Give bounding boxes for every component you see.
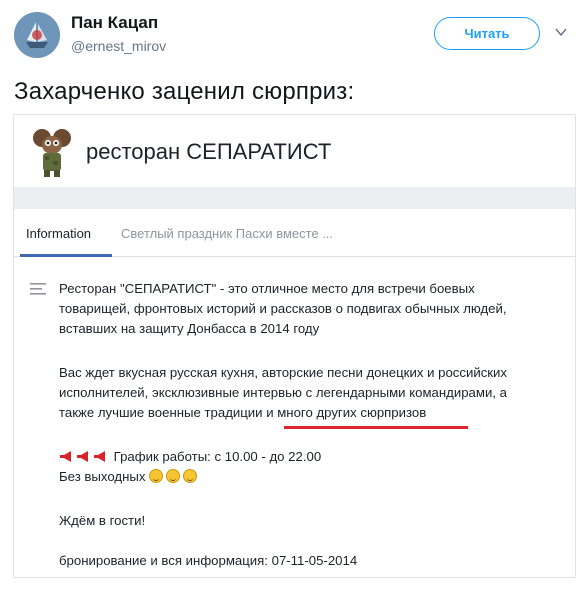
description-paragraph-2: Вас ждет вкусная русская кухня, авторски… <box>59 363 507 423</box>
avatar-logo <box>14 12 60 58</box>
megaphone-icon <box>77 451 88 462</box>
schedule-block: График работы: с 10.00 - до 22.00 Без вы… <box>59 447 321 487</box>
page-title[interactable]: ресторан СЕПАРАТИСТ <box>86 139 331 165</box>
avatar[interactable] <box>14 12 60 58</box>
megaphone-icon <box>60 451 71 462</box>
welcome-text: Ждём в гости! <box>59 513 146 528</box>
tweet-text: Захарченко заценил сюрприз: <box>14 78 355 105</box>
text-line: исполнителей, эксклюзивные интервью с ле… <box>59 385 507 400</box>
grinning-emoji-icon <box>166 469 181 483</box>
chevron-down-icon[interactable] <box>555 26 567 38</box>
follow-button[interactable]: Читать <box>434 17 540 50</box>
info-section: Ресторан "СЕПАРАТИСТ" - это отличное мес… <box>14 257 575 577</box>
days-off-line: Без выходных <box>59 467 321 487</box>
text-line: Вас ждет вкусная русская кухня, авторски… <box>59 365 508 380</box>
display-name[interactable]: Пан Кацап <box>71 13 158 33</box>
page-header: ресторан СЕПАРАТИСТ <box>14 115 575 187</box>
text-line: также лучшие военные традиции и много др… <box>59 405 427 420</box>
text-line: Ресторан "СЕПАРАТИСТ" - это отличное мес… <box>59 281 475 296</box>
schedule-text: График работы: с 10.00 - до 22.00 <box>113 449 322 464</box>
no-days-off-text: Без выходных <box>59 469 146 484</box>
divider-band <box>14 187 575 209</box>
booking-text: бронирование и вся информация: 07-11-05-… <box>59 553 358 568</box>
text-line: товарищей, фронтовых историй и рассказов… <box>59 301 507 316</box>
user-handle[interactable]: @ernest_mirov <box>71 38 166 54</box>
text-line: вставших на защиту Донбасса в 2014 году <box>59 321 320 336</box>
grinning-emoji-icon <box>183 469 198 483</box>
tab-information[interactable]: Information <box>26 226 91 241</box>
red-highlight-underline <box>284 426 468 429</box>
schedule-line: График работы: с 10.00 - до 22.00 <box>59 447 321 467</box>
lines-icon <box>30 283 46 295</box>
tab-bar: Information Светлый праздник Пасхи вмест… <box>14 209 575 257</box>
grinning-emoji-icon <box>149 469 164 483</box>
tab-easter-post[interactable]: Светлый праздник Пасхи вместе ... <box>121 226 333 241</box>
embedded-screenshot[interactable]: ресторан СЕПАРАТИСТ Information Светлый … <box>13 114 576 578</box>
megaphone-icon <box>94 451 105 462</box>
description-paragraph-1: Ресторан "СЕПАРАТИСТ" - это отличное мес… <box>59 279 507 339</box>
soldier-page-picture <box>26 125 78 179</box>
